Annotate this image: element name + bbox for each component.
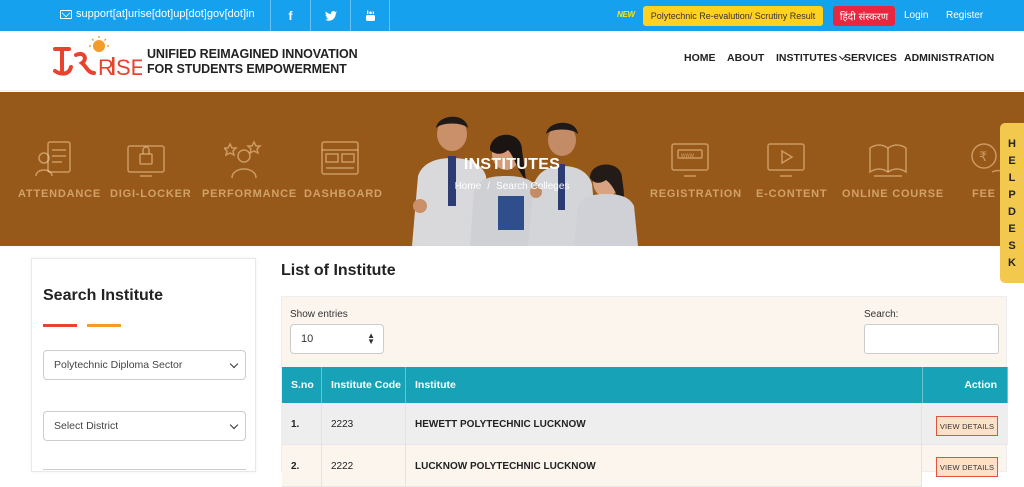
sort-arrows-icon: ▲ ▼ [367, 331, 375, 346]
row-sno: 2. [282, 445, 322, 487]
view-details-button[interactable]: VIEW DETAILS [936, 457, 998, 477]
breadcrumb: Home / Search Colleges [454, 181, 570, 192]
logo-tagline: UNIFIED REIMAGINED INNOVATION FOR STUDEN… [147, 47, 358, 76]
top-bar: support[at]urise[dot]up[dot]gov[dot]in f… [0, 0, 1024, 31]
new-badge: NEW [617, 10, 635, 19]
nav-institutes[interactable]: INSTITUTES [776, 52, 847, 64]
hindi-version-button[interactable]: हिंदी संस्करण [833, 6, 895, 26]
entries-select[interactable]: 10 ▲ ▼ [290, 324, 384, 354]
helpdesk-tab[interactable]: HELPDESK [1000, 123, 1024, 283]
sector-select[interactable]: Polytechnic Diploma Sector [43, 350, 246, 380]
district-select[interactable]: Select District [43, 411, 246, 441]
youtube-icon[interactable] [350, 0, 390, 31]
table-row: 2. 2222 LUCKNOW POLYTECHNIC LUCKNOW [282, 445, 922, 487]
next-select-edge [43, 469, 246, 473]
institute-table-panel: Show entries 10 ▲ ▼ Search: S.no Institut… [281, 296, 1008, 487]
title-underline-red [43, 324, 77, 327]
register-link[interactable]: Register [946, 10, 983, 21]
svg-text:R: R [98, 55, 114, 80]
show-entries-label: Show entries [290, 309, 348, 320]
nav-about[interactable]: ABOUT [727, 52, 764, 64]
site-header: R SE UNIFIED REIMAGINED INNOVATION FOR S… [0, 31, 1024, 91]
table-row: 1. 2223 HEWETT POLYTECHNIC LUCKNOW [282, 403, 922, 445]
col-institute-code[interactable]: Institute Code [322, 367, 406, 403]
row-sno: 1. [282, 403, 322, 445]
col-action: Action [922, 367, 1008, 403]
view-details-button[interactable]: VIEW DETAILS [936, 416, 998, 436]
breadcrumb-current: Search Colleges [496, 181, 570, 192]
facebook-icon[interactable]: f [270, 0, 310, 31]
breadcrumb-home[interactable]: Home [455, 181, 482, 192]
search-input[interactable] [864, 324, 999, 354]
row-code: 2223 [322, 403, 406, 445]
nav-home[interactable]: HOME [684, 52, 716, 64]
support-email-text: support[at]urise[dot]up[dot]gov[dot]in [76, 8, 255, 20]
login-link[interactable]: Login [904, 10, 928, 21]
row-code: 2222 [322, 445, 406, 487]
chevron-down-icon [229, 359, 239, 369]
search-institute-title: Search Institute [43, 287, 164, 304]
twitter-icon[interactable] [310, 0, 350, 31]
nav-administration[interactable]: ADMINISTRATION [904, 52, 994, 64]
page-title: INSTITUTES [463, 156, 561, 173]
page-banner: ATTENDANCE DIGI-LOCKER PERFORMANCE DASHB… [0, 92, 1024, 246]
students-image [412, 116, 638, 246]
search-label: Search: [864, 309, 899, 320]
search-institute-panel: Search Institute Polytechnic Diploma Sec… [31, 258, 256, 472]
col-institute[interactable]: Institute [406, 367, 922, 403]
row-institute-name: HEWETT POLYTECHNIC LUCKNOW [406, 403, 922, 445]
table-header: S.no Institute Code Institute [282, 367, 922, 403]
envelope-icon [60, 9, 72, 19]
title-underline-orange [87, 324, 121, 327]
chevron-down-icon [229, 420, 239, 430]
row-institute-name: LUCKNOW POLYTECHNIC LUCKNOW [406, 445, 922, 487]
col-sno[interactable]: S.no [282, 367, 322, 403]
polytechnic-result-button[interactable]: Polytechnic Re-evalution/ Scrutiny Resul… [643, 6, 823, 26]
sun-icon [89, 36, 109, 52]
urise-logo[interactable]: R SE [52, 35, 142, 87]
svg-text:SE: SE [116, 55, 142, 80]
support-email[interactable]: support[at]urise[dot]up[dot]gov[dot]in [60, 8, 255, 20]
list-title: List of Institute [281, 262, 396, 279]
nav-services[interactable]: SERVICES [844, 52, 897, 64]
